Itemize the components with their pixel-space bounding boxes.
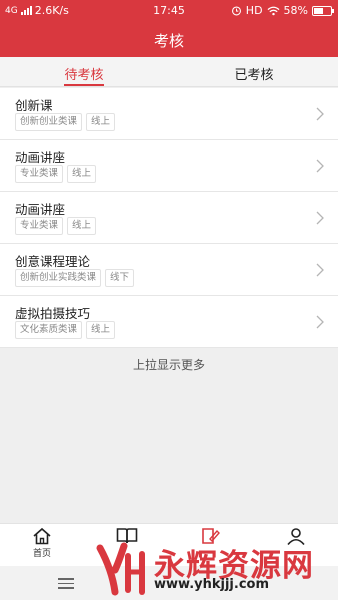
course-category-tag: 创新创业实践类课 — [15, 269, 102, 287]
battery-icon — [312, 5, 334, 16]
page-title: 考核 — [153, 32, 184, 50]
course-title: 创新课 — [15, 98, 53, 113]
course-title: 创意课程理论 — [15, 254, 91, 269]
course-tags: 专业类课 线上 — [15, 217, 97, 235]
watermark: 永辉资源网 www.yhkjjj.com — [90, 530, 330, 600]
course-tags: 创新创业实践类课 线下 — [15, 269, 135, 287]
course-title: 虚拟拍摄技巧 — [15, 306, 91, 321]
chevron-right-icon — [316, 263, 324, 277]
chevron-right-icon — [316, 107, 324, 121]
list-item[interactable]: 动画讲座 专业类课 线上 — [0, 140, 338, 192]
course-mode-tag: 线上 — [86, 321, 116, 339]
course-tags: 创新创业类课 线上 — [15, 113, 116, 131]
chevron-right-icon — [316, 159, 324, 173]
course-category-tag: 专业类课 — [15, 165, 64, 183]
tab-completed[interactable]: 已考核 — [214, 64, 294, 83]
course-category-tag: 创新创业类课 — [15, 113, 83, 131]
nav-home-label: 首页 — [32, 549, 51, 559]
course-title: 动画讲座 — [15, 150, 66, 165]
course-mode-tag: 线上 — [86, 113, 116, 131]
battery-percent: 58% — [283, 4, 308, 17]
app-header: 4G 2.6K/s 17:45 HD 58% 考核 — [0, 0, 338, 57]
menu-icon[interactable] — [58, 578, 74, 592]
course-title: 动画讲座 — [15, 202, 66, 217]
battery-level — [314, 7, 324, 14]
chevron-right-icon — [316, 211, 324, 225]
course-mode-tag: 线上 — [67, 217, 97, 235]
home-icon — [33, 527, 51, 545]
list-item[interactable]: 创新课 创新创业类课 线上 — [0, 88, 338, 140]
nav-home[interactable]: 首页 — [12, 527, 72, 559]
course-mode-tag: 线上 — [67, 165, 97, 183]
watermark-logo — [96, 542, 145, 596]
course-tags: 文化素质类课 线上 — [15, 321, 116, 339]
list-item[interactable]: 动画讲座 专业类课 线上 — [0, 192, 338, 244]
status-bar: 4G 2.6K/s 17:45 HD 58% — [0, 0, 338, 22]
hd-label: HD — [245, 4, 263, 17]
tab-active-indicator — [64, 84, 104, 86]
list-item[interactable]: 虚拟拍摄技巧 文化素质类课 线上 — [0, 296, 338, 348]
load-more-hint: 上拉显示更多 — [132, 358, 205, 372]
tab-pending[interactable]: 待考核 — [44, 64, 124, 83]
course-mode-tag: 线下 — [105, 269, 135, 287]
tab-bar: 待考核 已考核 — [0, 57, 338, 87]
chevron-right-icon — [316, 315, 324, 329]
course-list: 创新课 创新创业类课 线上 动画讲座 专业类课 线上 动画讲座 专业类课 线上 … — [0, 88, 338, 348]
course-category-tag: 专业类课 — [15, 217, 64, 235]
course-tags: 专业类课 线上 — [15, 165, 97, 183]
watermark-url: www.yhkjjj.com — [154, 577, 270, 592]
course-category-tag: 文化素质类课 — [15, 321, 83, 339]
status-right: HD 58% — [231, 4, 334, 17]
wifi-icon — [267, 6, 280, 15]
alarm-icon — [231, 6, 241, 16]
list-item[interactable]: 创意课程理论 创新创业实践类课 线下 — [0, 244, 338, 296]
